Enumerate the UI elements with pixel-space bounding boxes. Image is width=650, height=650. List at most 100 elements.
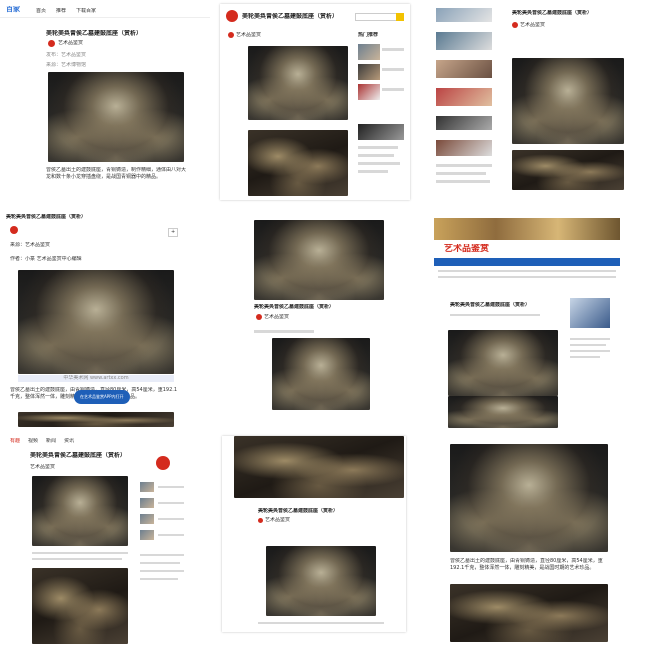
- artifact-photo: [450, 444, 608, 552]
- sidebar-thumb[interactable]: [358, 124, 404, 140]
- sidebar-thumb[interactable]: [140, 498, 154, 508]
- sidebar-link[interactable]: [570, 350, 610, 352]
- artifact-photo: [266, 546, 376, 616]
- banner-painting: [434, 218, 620, 240]
- open-in-app-label: 在艺术品鉴赏APP内打开: [80, 394, 124, 399]
- sidebar-link[interactable]: [140, 554, 184, 556]
- sidebar-thumb[interactable]: [140, 530, 154, 540]
- sidebar-link[interactable]: [570, 338, 610, 340]
- author-avatar[interactable]: [228, 32, 234, 38]
- panel-8: 美轮美奂曾侯乙墓建鼓底座（赏析） 艺术品鉴赏: [222, 436, 406, 632]
- sidebar-thumb[interactable]: [358, 84, 380, 100]
- panel-4: 美轮美奂曾侯乙墓建鼓底座（赏析） + 来源：艺术品鉴赏 作者：小篆 艺术品鉴赏中…: [0, 212, 190, 427]
- image-caption: 中华美术网 www.artxx.com: [18, 375, 174, 382]
- news-thumb[interactable]: [436, 60, 492, 78]
- author-name[interactable]: 艺术品鉴赏: [236, 32, 261, 39]
- sidebar-link[interactable]: [140, 578, 178, 580]
- caption: 曾侯乙墓出土的建鼓底座，由青铜铸造，直径80厘米，高54厘米，重192.1千克，…: [450, 558, 603, 571]
- author-avatar[interactable]: [256, 314, 262, 320]
- news-thumb[interactable]: [436, 140, 492, 156]
- artifact-closeup-photo: [234, 436, 404, 498]
- author-avatar[interactable]: [156, 456, 170, 470]
- news-thumb[interactable]: [436, 88, 492, 106]
- artifact-photo: [512, 58, 624, 144]
- nav-item-fun[interactable]: 有趣: [10, 438, 20, 445]
- sidebar-link[interactable]: [140, 570, 184, 572]
- author-avatar[interactable]: [48, 40, 55, 47]
- author-name[interactable]: 艺术品鉴赏: [58, 40, 83, 47]
- sidebar-link[interactable]: [158, 534, 184, 536]
- author-name[interactable]: 艺术品鉴赏: [30, 464, 55, 471]
- article-title: 美轮美奂曾侯乙墓建鼓底座（赏析）: [450, 302, 531, 308]
- news-thumb[interactable]: [436, 116, 492, 130]
- news-thumb[interactable]: [436, 32, 492, 50]
- sidebar-link[interactable]: [358, 162, 400, 165]
- artifact-photo: [18, 270, 174, 374]
- sidebar-link[interactable]: [358, 154, 394, 157]
- artifact-closeup-photo: [32, 568, 128, 644]
- panel-3: 美轮美奂曾侯乙墓建鼓底座（赏析） 艺术品鉴赏: [432, 0, 650, 205]
- author-avatar[interactable]: [258, 518, 263, 523]
- article-title: 美轮美奂曾侯乙墓建鼓底座（赏析）: [254, 304, 335, 310]
- panel-7: 有趣 视频 新闻 资讯 美轮美奂曾侯乙墓建鼓底座（赏析） 艺术品鉴赏: [0, 434, 200, 650]
- news-link[interactable]: [436, 172, 486, 175]
- news-thumb[interactable]: [436, 8, 492, 22]
- site-logo[interactable]: [226, 10, 238, 22]
- author-name[interactable]: 艺术品鉴赏: [265, 517, 290, 524]
- sidebar-link[interactable]: [382, 68, 404, 71]
- nav-item-video[interactable]: 视频: [28, 438, 38, 445]
- sidebar-thumb[interactable]: [358, 64, 380, 80]
- artifact-photo: [248, 46, 348, 120]
- caption: 曾侯乙墓出土的建鼓底座，青铜铸造，制作精细，通体由八对大龙和数十条小龙穿插盘绕，…: [46, 167, 186, 180]
- text-line: [32, 558, 122, 560]
- panel-5: 美轮美奂曾侯乙墓建鼓底座（赏析） 艺术品鉴赏: [248, 218, 390, 418]
- artifact-photo: [448, 330, 558, 396]
- news-link[interactable]: [436, 164, 492, 167]
- source-line: 来源：艺术博物馆: [46, 62, 87, 68]
- sidebar-link[interactable]: [140, 562, 180, 564]
- sidebar-link[interactable]: [382, 48, 404, 51]
- article-title: 美轮美奂曾侯乙墓建鼓底座（赏析）: [6, 214, 87, 220]
- artifact-photo: [254, 220, 384, 300]
- nav-item-download[interactable]: 下载百家: [76, 8, 96, 15]
- sidebar-thumb[interactable]: [570, 298, 610, 328]
- author-name[interactable]: 艺术品鉴赏: [264, 314, 289, 321]
- search-button[interactable]: [396, 13, 404, 21]
- sidebar-link[interactable]: [358, 170, 388, 173]
- artifact-closeup-photo: [512, 150, 624, 190]
- sidebar-thumb[interactable]: [140, 514, 154, 524]
- nav-item-info[interactable]: 资讯: [64, 438, 74, 445]
- news-link[interactable]: [436, 180, 490, 183]
- sidebar-link[interactable]: [158, 502, 184, 504]
- author-avatar[interactable]: [10, 226, 18, 234]
- search-input[interactable]: [355, 13, 397, 21]
- site-name[interactable]: 艺术品鉴赏: [444, 244, 489, 254]
- divider: [0, 17, 210, 18]
- artifact-closeup-photo: [18, 412, 174, 427]
- sidebar-link[interactable]: [358, 146, 398, 149]
- nav-row[interactable]: [438, 270, 616, 272]
- author-avatar[interactable]: [512, 22, 518, 28]
- article-title: 美轮美奂曾侯乙墓建鼓底座（赏析）: [242, 13, 339, 20]
- artifact-closeup-photo: [248, 130, 348, 196]
- article-title: 美轮美奂曾侯乙墓建鼓底座（赏析）: [258, 508, 339, 514]
- sidebar-link[interactable]: [382, 88, 404, 91]
- sidebar-thumb[interactable]: [140, 482, 154, 492]
- panel-9: 曾侯乙墓出土的建鼓底座，由青铜铸造，直径80厘米，高54厘米，重192.1千克，…: [444, 444, 614, 644]
- sidebar-thumb[interactable]: [358, 44, 380, 60]
- sidebar-link[interactable]: [570, 356, 600, 358]
- nav-item-recommend[interactable]: 推荐: [56, 8, 66, 15]
- sidebar-link[interactable]: [158, 486, 184, 488]
- article-title: 美轮美奂曾侯乙墓建鼓底座（赏析）: [30, 452, 127, 459]
- author-name[interactable]: 艺术品鉴赏: [520, 22, 545, 29]
- nav-row[interactable]: [438, 276, 616, 278]
- site-nav-bar: [434, 258, 620, 266]
- artifact-photo: [48, 72, 184, 162]
- nav-item-news[interactable]: 新闻: [46, 438, 56, 445]
- brand-logo[interactable]: 百家: [6, 6, 20, 13]
- nav-item-home[interactable]: 首页: [36, 8, 46, 15]
- follow-button[interactable]: +: [168, 228, 179, 237]
- sidebar-link[interactable]: [570, 344, 606, 346]
- sidebar-link[interactable]: [158, 518, 184, 520]
- author-line: 作者：小篆 艺术品鉴赏中心编辑: [10, 256, 82, 262]
